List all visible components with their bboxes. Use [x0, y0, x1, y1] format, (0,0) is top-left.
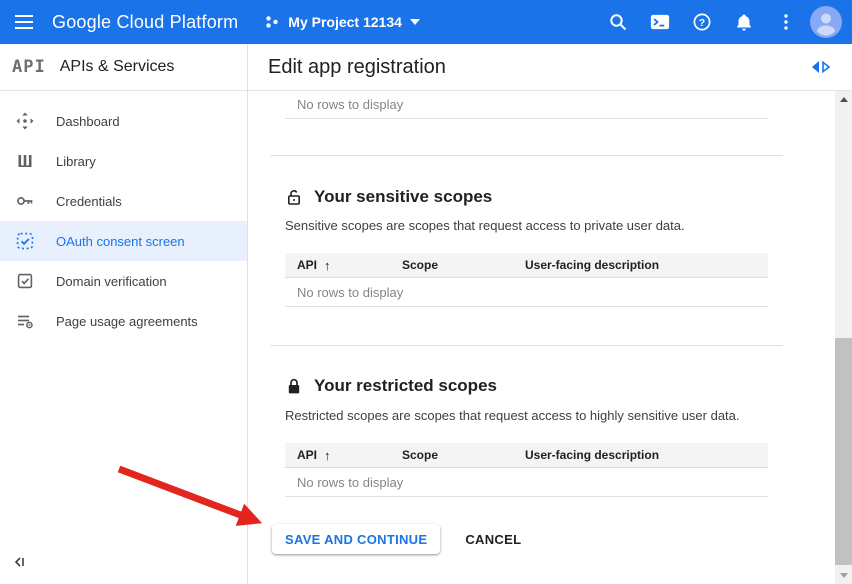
sidebar-item-domain-verification[interactable]: Domain verification [0, 261, 247, 301]
table-row: No rows to display [285, 278, 768, 307]
help-icon: ? [693, 13, 711, 31]
divider [270, 345, 783, 346]
svg-text:?: ? [699, 17, 705, 29]
sort-ascending-icon: ↑ [324, 448, 331, 463]
more-vert-icon [784, 14, 788, 30]
sidebar-item-label: Credentials [56, 194, 122, 209]
credentials-key-icon [16, 192, 34, 210]
account-avatar[interactable] [808, 4, 844, 40]
section-description: Sensitive scopes are scopes that request… [285, 218, 783, 234]
top-app-bar: Google Cloud Platform My Project 12134 ? [0, 0, 852, 44]
section-title: Your sensitive scopes [314, 187, 492, 207]
sidebar-title: APIs & Services [60, 58, 175, 76]
api-logo: API [12, 57, 46, 77]
project-icon [264, 14, 280, 30]
sidebar-item-label: Domain verification [56, 274, 167, 289]
sidebar-item-dashboard[interactable]: Dashboard [0, 101, 247, 141]
sort-ascending-icon: ↑ [324, 258, 331, 273]
project-name: My Project 12134 [288, 14, 402, 30]
table-header-row: API ↑ Scope User-facing description [285, 443, 768, 468]
table-row: No rows to display [285, 468, 768, 497]
notifications-button[interactable] [726, 4, 762, 40]
scrollbar-up-button[interactable] [835, 91, 852, 108]
page-usage-icon [16, 312, 34, 330]
column-header-scope[interactable]: Scope [390, 258, 513, 272]
lock-icon [285, 377, 303, 395]
column-header-scope[interactable]: Scope [390, 448, 513, 462]
page-header: Edit app registration [248, 44, 852, 91]
notifications-icon [735, 13, 753, 31]
sidebar-item-page-usage-agreements[interactable]: Page usage agreements [0, 301, 247, 341]
oauth-consent-icon [16, 232, 34, 250]
empty-table-message: No rows to display [285, 285, 403, 300]
scrollbar-thumb[interactable] [835, 338, 852, 565]
section-description: Restricted scopes are scopes that reques… [285, 408, 783, 424]
sidebar-item-credentials[interactable]: Credentials [0, 181, 247, 221]
help-button[interactable]: ? [684, 4, 720, 40]
form-actions: SAVE AND CONTINUE CANCEL [272, 524, 783, 554]
caret-down-icon [410, 19, 420, 25]
topbar-actions: ? [600, 4, 844, 40]
sidebar-item-label: Page usage agreements [56, 314, 198, 329]
gcp-console-window: Google Cloud Platform My Project 12134 ? [0, 0, 852, 584]
project-picker[interactable]: My Project 12134 [264, 14, 420, 30]
table-row: No rows to display [285, 91, 768, 119]
scrollbar-up-icon [840, 97, 848, 102]
domain-verification-icon [16, 272, 34, 290]
restricted-scopes-heading: Your restricted scopes [285, 376, 783, 396]
page-title: Edit app registration [268, 56, 446, 79]
scrollbar-down-icon [840, 573, 848, 578]
column-label: API [297, 448, 317, 462]
avatar-icon [810, 6, 842, 38]
sidebar: API APIs & Services Dashboard Library [0, 44, 248, 584]
collapse-nav-button[interactable] [12, 552, 34, 572]
dashboard-icon [16, 112, 34, 130]
sensitive-scopes-heading: Your sensitive scopes [285, 187, 783, 207]
sidebar-item-label: Library [56, 154, 96, 169]
library-icon [16, 152, 34, 170]
menu-button[interactable] [6, 4, 42, 40]
search-icon [609, 13, 627, 31]
product-name[interactable]: Google Cloud Platform [52, 12, 238, 33]
empty-table-message: No rows to display [285, 475, 403, 490]
main-panel: Edit app registration No rows to display… [248, 44, 852, 584]
sidebar-item-label: Dashboard [56, 114, 120, 129]
section-title: Your restricted scopes [314, 376, 497, 396]
sidebar-item-oauth-consent-screen[interactable]: OAuth consent screen [0, 221, 247, 261]
search-button[interactable] [600, 4, 636, 40]
divider [270, 155, 783, 156]
restricted-scopes-table: API ↑ Scope User-facing description No r… [285, 443, 768, 497]
sidebar-nav: Dashboard Library Credentials OAuth cons… [0, 91, 247, 341]
column-label: API [297, 258, 317, 272]
column-header-api[interactable]: API ↑ [285, 258, 390, 273]
column-label: User-facing description [525, 448, 659, 462]
table-header-row: API ↑ Scope User-facing description [285, 253, 768, 278]
column-header-description[interactable]: User-facing description [513, 448, 768, 462]
scrollbar-down-button[interactable] [835, 567, 852, 584]
lock-open-icon [285, 188, 303, 206]
sidebar-item-library[interactable]: Library [0, 141, 247, 181]
more-options-button[interactable] [768, 4, 804, 40]
column-header-api[interactable]: API ↑ [285, 448, 390, 463]
cloud-shell-button[interactable] [642, 4, 678, 40]
scroll-area: No rows to display Your sensitive scopes… [248, 91, 835, 584]
column-label: Scope [402, 448, 438, 462]
cancel-button[interactable]: CANCEL [465, 532, 521, 547]
column-label: User-facing description [525, 258, 659, 272]
sidebar-header: API APIs & Services [0, 44, 247, 91]
cloud-shell-icon [650, 14, 670, 30]
collapse-nav-icon [12, 555, 26, 569]
menu-icon [15, 15, 33, 29]
column-header-description[interactable]: User-facing description [513, 258, 768, 272]
save-and-continue-button[interactable]: SAVE AND CONTINUE [272, 524, 440, 554]
empty-table-message: No rows to display [285, 97, 403, 112]
panes-icon[interactable] [810, 60, 832, 79]
column-label: Scope [402, 258, 438, 272]
vertical-scrollbar[interactable] [835, 91, 852, 584]
sidebar-item-label: OAuth consent screen [56, 234, 185, 249]
sensitive-scopes-table: API ↑ Scope User-facing description No r… [285, 253, 768, 307]
